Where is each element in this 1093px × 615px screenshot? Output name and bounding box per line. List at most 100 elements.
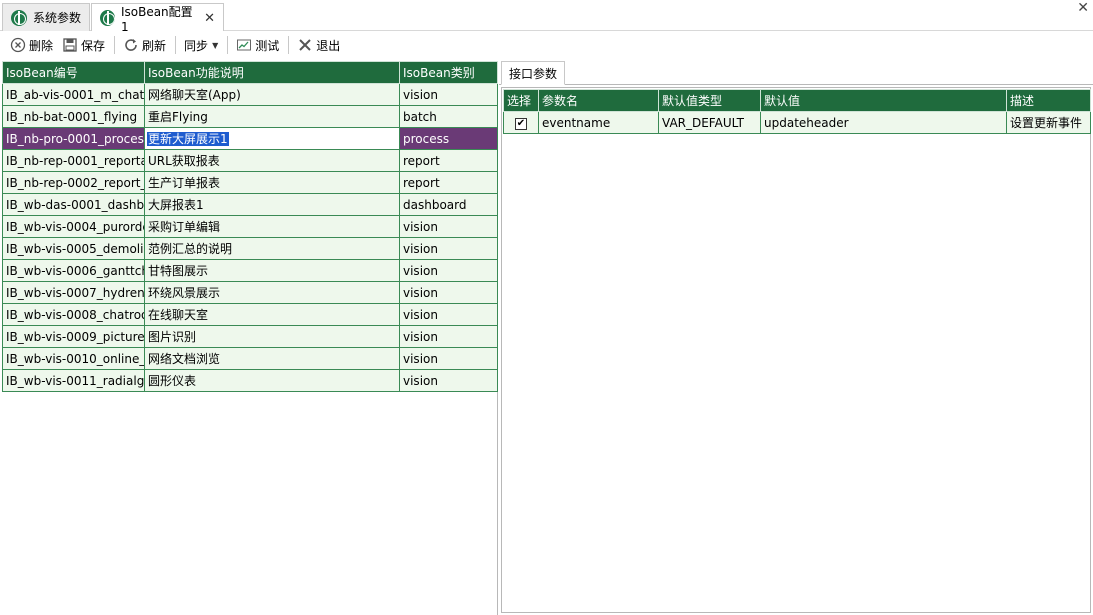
table-cell-type[interactable]: vision [399,369,498,392]
table-cell-type[interactable]: dashboard [399,193,498,216]
table-cell-desc[interactable]: 圆形仪表 [144,369,400,392]
table-row[interactable]: IB_wb-vis-0010_online_d 网络文档浏览 vision [2,347,498,370]
table-cell-default-value[interactable]: updateheader [760,111,1007,134]
table-cell-type[interactable]: vision [399,237,498,260]
table-cell-type[interactable]: vision [399,83,498,106]
table-cell-type[interactable]: vision [399,281,498,304]
table-cell-desc[interactable]: 大屏报表1 [144,193,400,216]
table-cell-id[interactable]: IB_nb-rep-0001_reportai [2,149,145,172]
table-cell-desc[interactable]: 设置更新事件 [1006,111,1091,134]
table-cell-desc[interactable]: 甘特图展示 [144,259,400,282]
params-tab-bar: 接口参数 [499,61,1093,85]
table-cell-id[interactable]: IB_wb-vis-0004_purorder [2,215,145,238]
table-cell-type[interactable]: report [399,171,498,194]
table-cell-type[interactable]: vision [399,325,498,348]
select-checkbox[interactable]: ✔ [515,118,527,130]
params-pane: 接口参数 选择 参数名 默认值类型 默认值 描述 ✔ eventname VAR_D… [499,61,1093,615]
delete-label: 删除 [29,38,54,53]
table-cell-id[interactable]: IB_wb-vis-0009_picture_ [2,325,145,348]
table-cell-id[interactable]: IB_wb-vis-0011_radialgauge [2,369,145,392]
table-row[interactable]: IB_ab-vis-0001_m_chatroom网络聊天室(App)visio… [2,83,498,106]
table-row[interactable]: IB_nb-rep-0002_report_o 生产订单报表 report [2,171,498,194]
table-cell-type[interactable]: vision [399,215,498,238]
table-row[interactable]: IB_wb-vis-0008_chatroom在线聊天室vision [2,303,498,326]
table-cell-id[interactable]: IB_wb-vis-0006_ganttchart [2,259,145,282]
table-cell-desc[interactable]: 在线聊天室 [144,303,400,326]
column-header[interactable]: 默认值 [760,89,1007,112]
params-table: 选择 参数名 默认值类型 默认值 描述 ✔ eventname VAR_DEFAUL… [503,89,1091,134]
table-row[interactable]: IB_nb-rep-0001_reportai URL获取报表 report [2,149,498,172]
table-cell-id[interactable]: IB_ab-vis-0001_m_chatroom [2,83,145,106]
table-cell-desc[interactable]: 重启Flying [144,105,400,128]
table-cell-default-type[interactable]: VAR_DEFAULT [658,111,761,134]
sync-dropdown-button[interactable]: 同步 ▼ [180,34,222,56]
table-row[interactable]: IB_wb-vis-0005_demolist 范例汇总的说明 vision [2,237,498,260]
table-cell-type[interactable]: batch [399,105,498,128]
table-row[interactable]: IB_nb-pro-0001_process 更新大屏展示1 process [2,127,498,150]
table-cell-type[interactable]: process [399,127,498,150]
toolbar-separator [288,36,290,54]
table-cell-id[interactable]: IB_wb-das-0001_dashboard [2,193,145,216]
table-cell-desc[interactable]: 范例汇总的说明 [144,237,400,260]
table-cell-id[interactable]: IB_wb-vis-0008_chatroom [2,303,145,326]
column-header[interactable]: 选择 [503,89,539,112]
table-cell-id[interactable]: IB_nb-rep-0002_report_o [2,171,145,194]
chevron-down-icon: ▼ [212,40,219,50]
selected-cell-text: 更新大屏展示1 [147,132,229,146]
table-cell-desc[interactable]: 采购订单编辑 [144,215,400,238]
test-button[interactable]: 测试 [232,34,283,56]
table-cell-type[interactable]: vision [399,259,498,282]
isobean-list-pane: IsoBean编号 IsoBean功能说明 IsoBean类别 IB_ab-vi… [0,61,498,615]
column-header[interactable]: 描述 [1006,89,1091,112]
tab-interface-params[interactable]: 接口参数 [501,61,566,85]
table-cell-desc[interactable]: 生产订单报表 [144,171,400,194]
table-row[interactable]: ✔ eventname VAR_DEFAULT updateheader 设置更新事件 [503,111,1091,134]
refresh-button[interactable]: 刷新 [119,34,170,56]
save-icon [62,37,78,53]
table-row[interactable]: IB_wb-vis-0011_radialgauge圆形仪表vision [2,369,498,392]
column-header[interactable]: IsoBean编号 [2,61,145,84]
table-header-row: 选择 参数名 默认值类型 默认值 描述 [503,89,1091,112]
table-cell-name[interactable]: eventname [538,111,659,134]
toolbar-separator [175,36,177,54]
table-row[interactable]: IB_wb-vis-0007_hydren_ 环绕风景展示 vision [2,281,498,304]
table-cell-type[interactable]: report [399,149,498,172]
table-cell-desc[interactable]: 环绕风景展示 [144,281,400,304]
table-cell-desc[interactable]: URL获取报表 [144,149,400,172]
table-cell-id[interactable]: IB_wb-vis-0005_demolist [2,237,145,260]
tab-system-params[interactable]: 系统参数 [2,3,90,31]
table-cell-desc[interactable]: 网络文档浏览 [144,347,400,370]
exit-label: 退出 [316,38,341,53]
toolbar-separator [114,36,116,54]
table-cell-select: ✔ [503,111,539,134]
table-cell-desc[interactable]: 更新大屏展示1 [144,127,400,150]
column-header[interactable]: 默认值类型 [658,89,761,112]
tab-isobean-config[interactable]: IsoBean配置1 ✕ [91,3,224,34]
table-cell-desc[interactable]: 网络聊天室(App) [144,83,400,106]
table-row[interactable]: IB_wb-vis-0004_purorder 采购订单编辑 vision [2,215,498,238]
table-cell-type[interactable]: vision [399,303,498,326]
tab-label: 接口参数 [509,66,558,81]
table-row[interactable]: IB_wb-das-0001_dashboard大屏报表1dashboard [2,193,498,216]
table-row[interactable]: IB_nb-bat-0001_flying 重启Flying batch [2,105,498,128]
save-button[interactable]: 保存 [58,34,109,56]
column-header[interactable]: IsoBean类别 [399,61,498,84]
table-cell-id[interactable]: IB_wb-vis-0007_hydren_ [2,281,145,304]
window-close-icon[interactable]: ✕ [1077,0,1089,16]
table-cell-id[interactable]: IB_wb-vis-0010_online_d [2,347,145,370]
delete-button[interactable]: 删除 [6,34,57,56]
column-header[interactable]: IsoBean功能说明 [144,61,400,84]
table-row[interactable]: IB_wb-vis-0009_picture_ 图片识别 vision [2,325,498,348]
table-cell-type[interactable]: vision [399,347,498,370]
exit-button[interactable]: 退出 [293,34,344,56]
table-cell-desc[interactable]: 图片识别 [144,325,400,348]
column-header[interactable]: 参数名 [538,89,659,112]
table-cell-id[interactable]: IB_nb-pro-0001_process [2,127,145,150]
toolbar-separator [227,36,229,54]
isobean-table: IsoBean编号 IsoBean功能说明 IsoBean类别 IB_ab-vi… [2,61,498,392]
table-cell-id[interactable]: IB_nb-bat-0001_flying [2,105,145,128]
tab-close-icon[interactable]: ✕ [204,11,215,26]
chart-icon [236,37,252,53]
table-row[interactable]: IB_wb-vis-0006_ganttchart甘特图展示vision [2,259,498,282]
delete-icon [10,37,26,53]
